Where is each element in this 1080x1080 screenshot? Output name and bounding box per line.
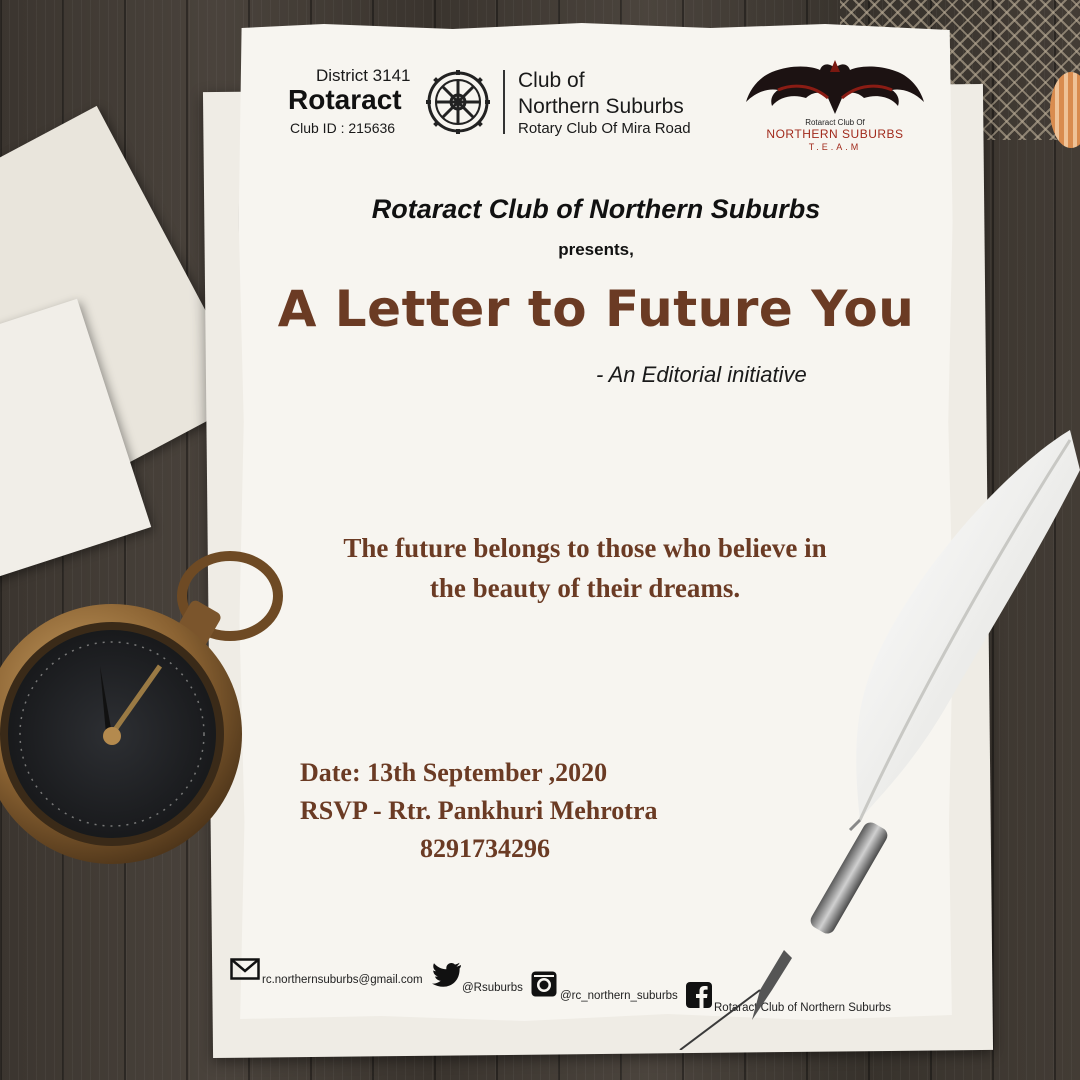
dragon-icon <box>746 60 924 114</box>
twitter-icon <box>432 962 461 987</box>
club-id-label: Club ID : 215636 <box>290 120 396 136</box>
twitter-handle[interactable]: @Rsuburbs <box>462 982 523 994</box>
rotaract-wordmark: Rotaract <box>288 84 402 115</box>
quill-pen-decoration <box>679 430 1080 1050</box>
district-label: District 3141 <box>316 66 411 85</box>
presents-label: presents, <box>558 240 634 259</box>
parent-club-label: Rotary Club Of Mira Road <box>518 120 691 137</box>
event-subtitle: - An Editorial initiative <box>596 362 807 387</box>
club-of-label: Club of <box>518 69 585 92</box>
rsvp-contact: RSVP - Rtr. Pankhuri Mehrotra <box>300 796 658 825</box>
logo-separator <box>503 70 505 134</box>
team-logo-name: NORTHERN SUBURBS <box>766 127 904 141</box>
team-logo-sub: T.E.A.M <box>808 142 862 152</box>
compass-decoration <box>0 551 283 864</box>
email-link[interactable]: rc.northernsuburbs@gmail.com <box>262 974 423 986</box>
rotary-wheel-icon <box>426 70 490 134</box>
club-name-block: Club of Northern Suburbs Rotary Club Of … <box>518 68 691 137</box>
instagram-icon <box>531 971 557 997</box>
team-logo-small-text: Rotaract Club Of <box>805 118 865 127</box>
event-details: Date: 13th September ,2020 RSVP - Rtr. P… <box>300 754 658 868</box>
event-date: Date: 13th September ,2020 <box>300 758 608 787</box>
team-dragon-logo: Rotaract Club Of NORTHERN SUBURBS T.E.A.… <box>742 58 928 156</box>
organization-heading: Rotaract Club of Northern Suburbs <box>371 194 821 224</box>
event-title: A Letter to Future You <box>277 280 915 338</box>
club-name-label: Northern Suburbs <box>518 95 684 118</box>
rotaract-logo: District 3141 Rotaract Club ID : 215636 <box>288 66 428 138</box>
mail-icon <box>230 958 260 980</box>
rsvp-phone[interactable]: 8291734296 <box>300 830 658 868</box>
